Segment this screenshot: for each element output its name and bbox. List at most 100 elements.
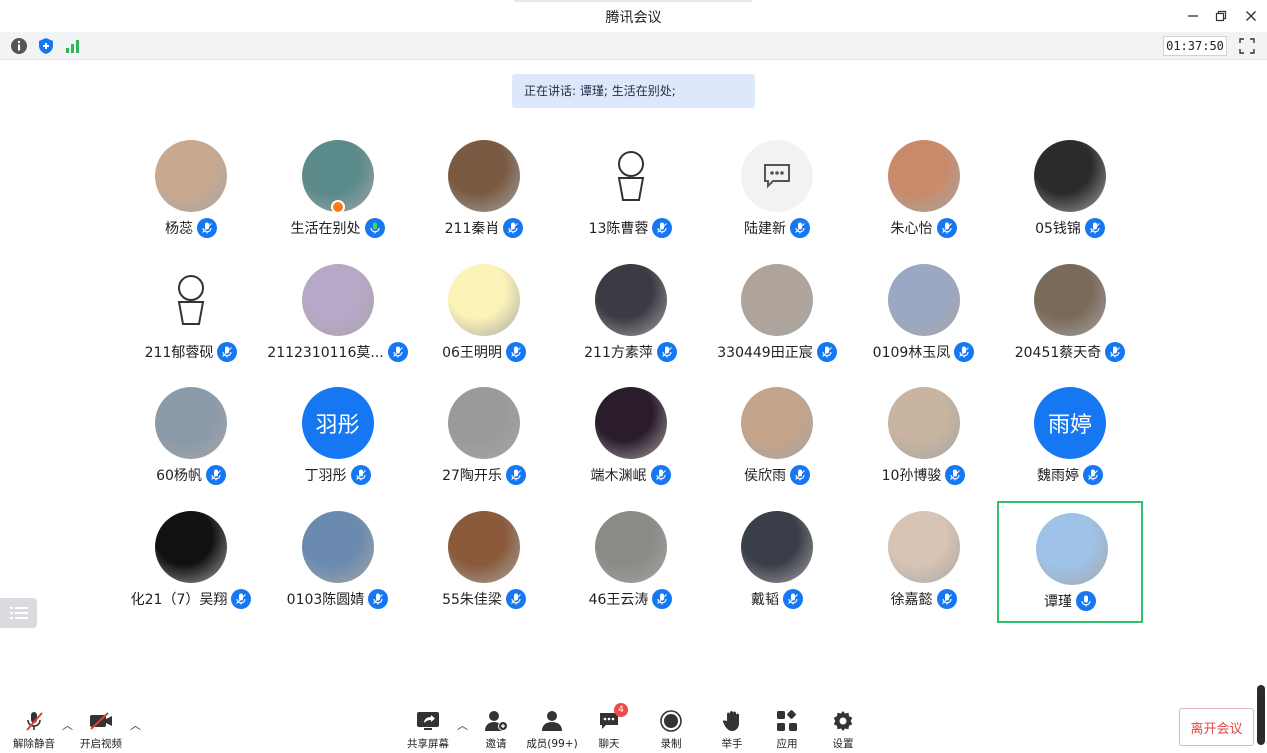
title-accent <box>514 0 752 2</box>
participant-tile[interactable]: 55朱佳梁 <box>411 501 557 623</box>
participant-name-line: 杨蕊 <box>118 218 264 238</box>
avatar <box>594 387 667 459</box>
participant-name-line: 生活在别处 <box>265 218 411 238</box>
avatar <box>1034 140 1106 212</box>
participant-tile[interactable]: 杨蕊 <box>118 130 264 252</box>
members-button[interactable]: 成员(99+) <box>522 709 582 751</box>
chat-icon: 4 <box>596 703 628 732</box>
info-icon[interactable] <box>10 37 28 55</box>
scrollbar[interactable] <box>1257 685 1265 745</box>
participant-tile[interactable]: 27陶开乐 <box>411 377 557 499</box>
participant-tile[interactable]: 211方素萍 <box>558 254 704 376</box>
participant-tile[interactable]: 0103陈圆婧 <box>265 501 411 623</box>
participant-name-line: 朱心怡 <box>851 218 997 238</box>
participant-tile[interactable]: 陆建新 <box>704 130 850 252</box>
mic-muted-icon <box>197 218 217 238</box>
raise-hand-label: 举手 <box>721 738 743 750</box>
participant-tile[interactable]: 60杨帆 <box>118 377 264 499</box>
participant-tile[interactable]: 谭瑾 <box>997 500 1143 623</box>
meeting-timer: 01:37:50 <box>1163 36 1227 56</box>
participant-tile[interactable]: 朱心怡 <box>851 130 997 252</box>
participant-tile[interactable]: 化21（7）吴翔 <box>118 501 264 623</box>
participant-tile[interactable]: 生活在别处 <box>265 130 411 252</box>
avatar <box>155 387 227 459</box>
participant-tile[interactable]: 10孙博骏 <box>851 377 997 499</box>
participant-tile[interactable]: 05钱锦 <box>997 130 1143 252</box>
video-options-caret-icon[interactable]: ︿ <box>130 720 141 731</box>
participant-name: 陆建新 <box>744 221 786 237</box>
raise-hand-button[interactable]: 举手 <box>702 709 762 751</box>
participant-tile[interactable]: 330449田正宸 <box>704 254 850 376</box>
avatar <box>155 140 227 212</box>
mic-muted-icon <box>368 588 389 609</box>
signal-strength-icon[interactable] <box>64 37 82 55</box>
settings-button[interactable]: 设置 <box>813 709 873 751</box>
participant-name-line: 化21（7）吴翔 <box>118 588 264 609</box>
mic-muted-icon <box>656 341 677 362</box>
mic-muted-icon <box>21 709 47 732</box>
leave-meeting-button[interactable]: 离开会议 <box>1179 708 1254 746</box>
participant-tile[interactable]: 211郁蓉砚 <box>118 254 264 376</box>
participant-tile[interactable]: 戴韬 <box>704 501 850 623</box>
close-icon[interactable] <box>1238 4 1264 28</box>
meeting-info-bar: 01:37:50 <box>0 32 1267 60</box>
participant-tile[interactable]: 雨婷 魏雨婷 <box>997 377 1143 499</box>
participant-tile[interactable]: 徐嘉懿 <box>851 501 997 623</box>
share-screen-icon <box>415 709 441 732</box>
participant-name: 生活在别处 <box>290 221 361 237</box>
participant-name-line: 徐嘉懿 <box>851 588 997 609</box>
avatar <box>741 387 813 459</box>
unmute-button[interactable]: 解除静音 <box>4 709 64 751</box>
mic-muted-icon <box>945 465 966 485</box>
avatar <box>448 510 520 583</box>
participant-name: 2112310116莫... <box>267 344 384 361</box>
mic-muted-icon <box>954 341 975 362</box>
start-video-button[interactable]: 开启视频 <box>71 709 131 751</box>
participant-name-line: 46王云涛 <box>558 588 704 609</box>
participant-tile[interactable]: 侯欣雨 <box>704 377 850 499</box>
participant-name: 0109林玉凤 <box>872 344 951 361</box>
avatar <box>741 510 813 583</box>
participant-tile[interactable]: 13陈曹蓉 <box>558 130 704 252</box>
participant-tile[interactable]: 06王明明 <box>411 254 557 376</box>
participant-name: 13陈曹蓉 <box>588 221 649 237</box>
restore-icon[interactable] <box>1208 4 1234 28</box>
participant-name: 侯欣雨 <box>744 468 786 484</box>
mic-muted-icon <box>505 588 526 609</box>
side-panel-toggle[interactable] <box>0 598 37 628</box>
avatar <box>887 263 960 336</box>
participant-tile[interactable]: 端木渊岷 <box>558 377 704 499</box>
participant-name-line: 55朱佳梁 <box>411 588 557 609</box>
participant-name: 27陶开乐 <box>442 468 502 484</box>
participant-tile[interactable]: 20451蔡天奇 <box>997 254 1143 376</box>
participant-tile[interactable]: 2112310116莫... <box>265 254 411 376</box>
participant-name-line: 端木渊岷 <box>558 465 704 485</box>
avatar <box>887 510 960 583</box>
invite-button[interactable]: 邀请 <box>466 709 526 751</box>
avatar <box>1034 263 1106 336</box>
record-button[interactable]: 录制 <box>641 709 701 751</box>
participant-tile[interactable]: 羽彤 丁羽彤 <box>265 377 411 499</box>
share-screen-button[interactable]: 共享屏幕 <box>398 709 458 751</box>
mic-active-icon <box>364 218 385 238</box>
gear-icon <box>830 709 856 732</box>
raise-hand-icon <box>719 709 745 732</box>
chat-button[interactable]: 4 聊天 <box>579 703 639 751</box>
participant-name-line: 60杨帆 <box>118 465 264 485</box>
participant-name-line: 0109林玉凤 <box>851 341 997 362</box>
apps-grid-icon <box>774 709 800 732</box>
participant-name: 10孙博骏 <box>881 468 942 484</box>
participant-name-line: 27陶开乐 <box>411 465 557 485</box>
minimize-icon[interactable] <box>1180 4 1206 28</box>
security-shield-icon[interactable] <box>37 37 55 55</box>
participant-tile[interactable]: 211秦肖 <box>411 130 557 252</box>
participant-tile[interactable]: 46王云涛 <box>558 501 704 623</box>
bottom-toolbar: 解除静音 ︿ 开启视频 ︿ 共享屏幕 ︿ 邀请 成员(99+) 4 聊天 录制 … <box>0 703 1267 753</box>
avatar <box>741 263 813 336</box>
participant-tile[interactable]: 0109林玉凤 <box>851 254 997 376</box>
mic-muted-icon <box>505 465 526 485</box>
fullscreen-icon[interactable] <box>1238 37 1256 55</box>
apps-button[interactable]: 应用 <box>757 709 817 751</box>
mic-muted-icon <box>652 218 673 238</box>
window-title: 腾讯会议 <box>605 10 662 26</box>
